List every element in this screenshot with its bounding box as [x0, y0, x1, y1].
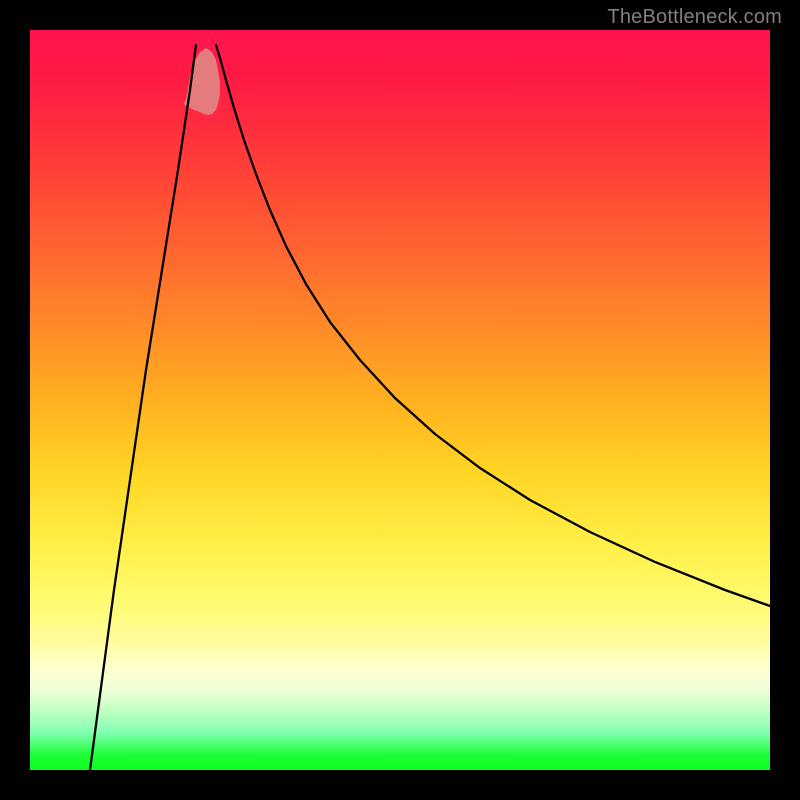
- valley-marker-blob: [184, 48, 220, 115]
- curve-layer: [30, 30, 770, 770]
- plot-area: [30, 30, 770, 770]
- bottleneck-curve: [90, 45, 770, 770]
- watermark-text: TheBottleneck.com: [607, 6, 782, 29]
